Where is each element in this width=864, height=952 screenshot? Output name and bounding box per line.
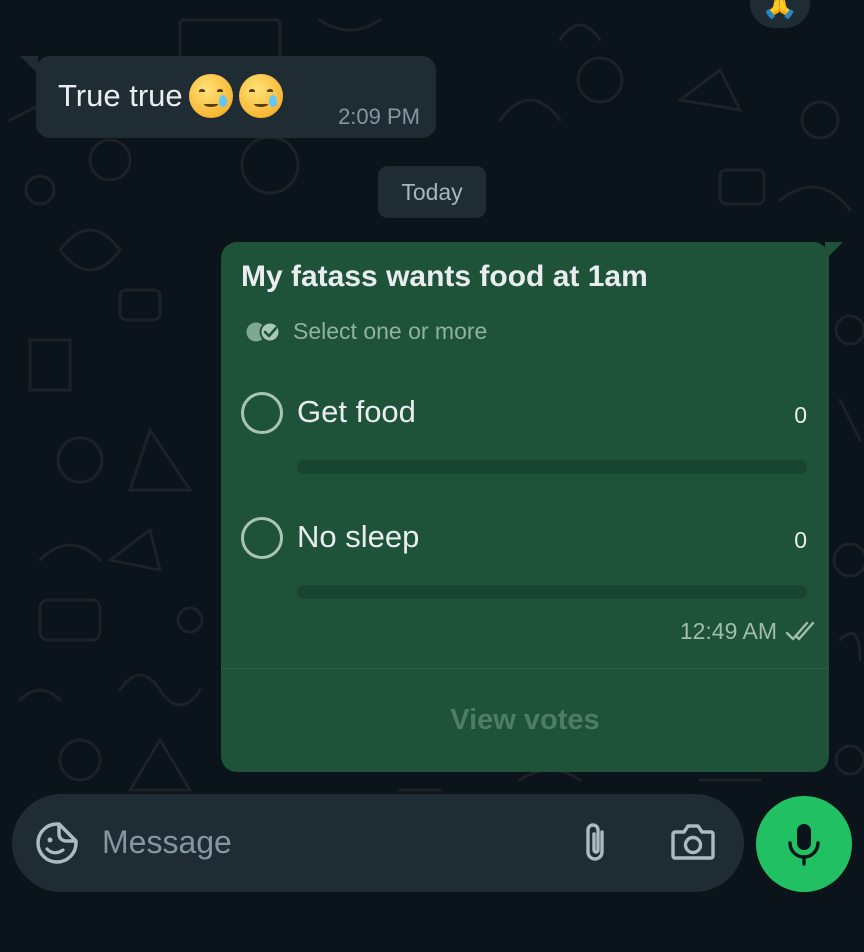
poll-option-no-sleep[interactable]: No sleep 0	[241, 515, 809, 605]
poll-time: 12:49 AM	[679, 618, 777, 644]
poll-option-label: Get food	[297, 394, 416, 429]
poll-option-radio[interactable]	[241, 517, 283, 559]
poll-instruction: Select one or more	[245, 318, 487, 345]
message-composer: Message	[12, 794, 744, 892]
chat-area: 🙏 True true 2:09 PM Today My fatass want…	[0, 0, 864, 952]
poll-check-icon	[246, 321, 281, 342]
date-separator: Today	[378, 166, 486, 218]
paperclip-icon[interactable]	[578, 820, 612, 871]
smiling-face-with-tear-icon	[188, 74, 233, 118]
incoming-message-bubble[interactable]: True true 2:09 PM	[20, 56, 436, 138]
poll-instruction-text: Select one or more	[293, 318, 488, 344]
poll-meta: 12:49 AM	[680, 618, 819, 645]
view-votes-button[interactable]: View votes	[221, 670, 829, 770]
poll-divider	[221, 668, 829, 669]
poll-option-vote-count: 0	[794, 402, 807, 428]
bubble-tail	[20, 56, 38, 74]
sticker-icon[interactable]	[34, 820, 80, 871]
camera-icon[interactable]	[670, 822, 716, 867]
poll-option-radio[interactable]	[241, 392, 283, 434]
message-input[interactable]: Message	[102, 824, 232, 861]
poll-option-progress-bar	[297, 585, 807, 599]
poll-option-vote-count: 0	[794, 527, 807, 553]
poll-option-progress-bar	[297, 460, 807, 474]
message-time: 2:09 PM	[338, 104, 420, 129]
microphone-button[interactable]	[756, 796, 852, 892]
poll-option-label: No sleep	[297, 519, 420, 554]
poll-message-bubble: My fatass wants food at 1am Select one o…	[221, 242, 843, 772]
poll-question: My fatass wants food at 1am	[241, 260, 648, 293]
double-check-icon	[785, 621, 815, 640]
folded-hands-emoji: 🙏	[761, 0, 799, 20]
smiling-face-with-tear-icon	[238, 74, 283, 118]
microphone-icon	[788, 824, 820, 866]
bubble-tail	[825, 242, 843, 260]
message-text-row: True true	[58, 74, 283, 118]
message-text: True true	[58, 78, 183, 113]
poll-option-get-food[interactable]: Get food 0	[241, 390, 809, 480]
